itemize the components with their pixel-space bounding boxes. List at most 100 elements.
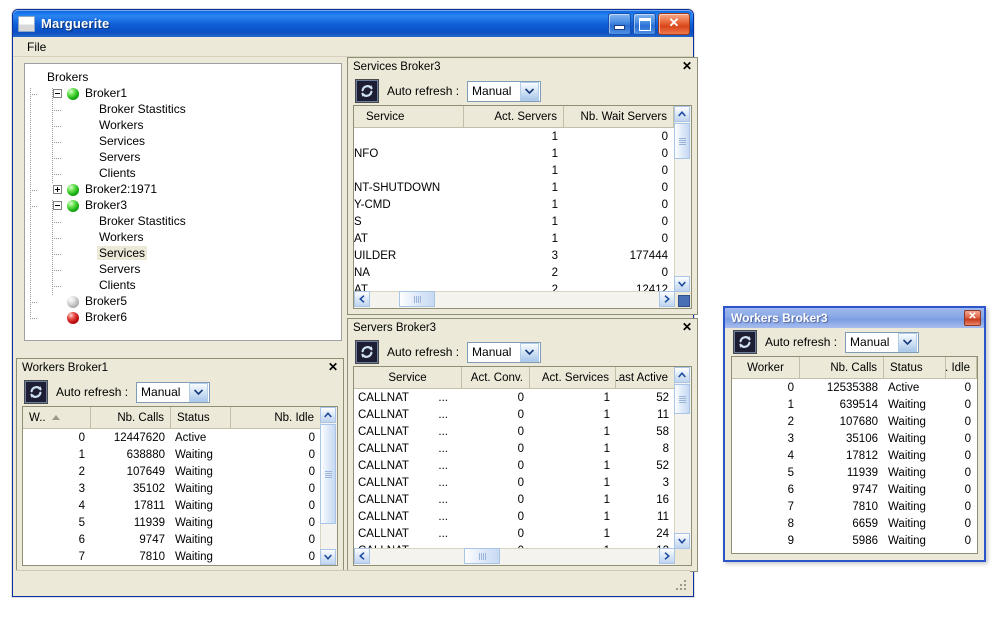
servers-panel-close-icon[interactable]: ✕ <box>680 321 694 335</box>
tree-toggle-minus-icon[interactable] <box>53 201 62 210</box>
tree-item-clients[interactable]: Clients <box>31 278 341 294</box>
tree-item-broker3[interactable]: Broker3 <box>31 198 341 214</box>
servers-hscroll-thumb[interactable] <box>464 548 500 564</box>
table-row[interactable]: CALLNAT... 0 1 58 <box>354 423 675 440</box>
workers-broker1-close-icon[interactable]: ✕ <box>326 361 340 375</box>
tree-item-workers[interactable]: Workers <box>31 118 341 134</box>
table-row[interactable]: CALLNAT... 0 1 11 <box>354 508 675 525</box>
tree-item-clients[interactable]: Clients <box>31 166 341 182</box>
tree-item-servers[interactable]: Servers <box>31 262 341 278</box>
chevron-down-icon[interactable] <box>189 382 209 402</box>
workers-broker3-close-icon[interactable]: ✕ <box>964 310 981 326</box>
table-row[interactable]: 0 12447620 Active 0 <box>23 429 321 446</box>
column-header-act-conv-[interactable]: Act. Conv. <box>462 367 530 388</box>
services-panel-close-icon[interactable]: ✕ <box>680 60 694 74</box>
column-header-nb-idle[interactable]: Nb. Idle <box>946 357 977 378</box>
table-row[interactable]: S 1 0 <box>354 213 675 230</box>
table-row[interactable]: CALLNAT... 0 1 52 <box>354 389 675 406</box>
table-row[interactable]: 6 9747 Waiting 0 <box>23 531 321 548</box>
refresh-icon[interactable] <box>733 330 757 354</box>
table-row[interactable]: 3 35102 Waiting 0 <box>23 480 321 497</box>
workers-broker1-vertical-scrollbar[interactable] <box>320 407 337 565</box>
column-header-act-servers[interactable]: Act. Servers <box>464 106 564 127</box>
scroll-right-icon[interactable] <box>659 291 675 307</box>
table-row[interactable]: CALLNAT... 0 1 3 <box>354 474 675 491</box>
servers-vertical-scrollbar[interactable] <box>674 367 691 549</box>
column-header-last-active[interactable]: Last Active <box>616 367 675 388</box>
broker-tree[interactable]: Brokers Broker1 Broker Stastitics Workers Se… <box>25 64 341 326</box>
tree-item-broker2-1971[interactable]: Broker2:1971 <box>31 182 341 198</box>
table-row[interactable]: NFO 1 0 <box>354 145 675 162</box>
table-row[interactable]: 1 638880 Waiting 0 <box>23 446 321 463</box>
table-row[interactable]: UILDER 3 177444 <box>354 247 675 264</box>
chevron-down-icon[interactable] <box>520 342 540 362</box>
chevron-down-icon[interactable] <box>520 81 540 101</box>
table-row[interactable]: 1 639514 Waiting 0 <box>732 396 977 413</box>
table-row[interactable]: 10 <box>354 128 675 145</box>
tree-item-broker1[interactable]: Broker1 <box>31 86 341 102</box>
table-row[interactable]: 8 6659 Waiting 0 <box>732 515 977 532</box>
column-header-nb-calls[interactable]: Nb. Calls <box>91 407 171 428</box>
column-header-act-services[interactable]: Act. Services <box>530 367 616 388</box>
services-vertical-scrollbar[interactable] <box>674 106 691 292</box>
table-row[interactable]: NA 2 0 <box>354 264 675 281</box>
tree-item-servers[interactable]: Servers <box>31 150 341 166</box>
tree-toggle-minus-icon[interactable] <box>53 89 62 98</box>
table-row[interactable]: CALLNAT... 0 1 52 <box>354 457 675 474</box>
table-row[interactable]: CALLNAT... 0 1 24 <box>354 525 675 542</box>
table-row[interactable]: 6 9747 Waiting 0 <box>732 481 977 498</box>
tree-item-services[interactable]: Services <box>31 134 341 150</box>
refresh-icon[interactable] <box>355 340 379 364</box>
table-row[interactable]: 4 17812 Waiting 0 <box>732 447 977 464</box>
resize-grip[interactable] <box>674 578 688 592</box>
table-row[interactable]: 7 7810 Waiting 0 <box>732 498 977 515</box>
column-header-nb-wait-servers[interactable]: Nb. Wait Servers <box>564 106 674 127</box>
column-header-worker[interactable]: Worker <box>732 357 800 378</box>
scroll-left-icon[interactable] <box>354 291 370 307</box>
table-row[interactable]: CALLNAT... 0 1 8 <box>354 440 675 457</box>
tree-item-services[interactable]: Services <box>31 246 341 262</box>
column-header-status[interactable]: Status <box>884 357 946 378</box>
scroll-up-icon[interactable] <box>674 106 690 122</box>
table-row[interactable]: CALLNAT... 0 1 11 <box>354 406 675 423</box>
refresh-icon[interactable] <box>355 79 379 103</box>
tree-item-broker6[interactable]: Broker6 <box>31 310 341 326</box>
workers-broker3-autorefresh-select[interactable]: Manual <box>845 331 920 353</box>
table-row[interactable]: 5 11939 Waiting 0 <box>732 464 977 481</box>
menu-item-file[interactable]: File <box>21 39 52 55</box>
servers-autorefresh-select[interactable]: Manual <box>467 341 542 363</box>
tree-item-workers[interactable]: Workers <box>31 230 341 246</box>
table-row[interactable]: 10 <box>354 162 675 179</box>
services-vscroll-thumb[interactable] <box>674 123 690 159</box>
table-row[interactable]: 0 12535388 Active 0 <box>732 379 977 396</box>
refresh-icon[interactable] <box>24 380 48 404</box>
maximize-button[interactable] <box>633 12 656 35</box>
column-header-nb-idle[interactable]: Nb. Idle <box>231 407 321 428</box>
scroll-down-icon[interactable] <box>674 533 690 549</box>
scroll-left-icon[interactable] <box>354 548 370 564</box>
table-row[interactable]: CALLNAT... 0 1 16 <box>354 491 675 508</box>
table-row[interactable]: 5 11939 Waiting 0 <box>23 514 321 531</box>
chevron-down-icon[interactable] <box>898 332 918 352</box>
tree-item-broker-stastitics[interactable]: Broker Stastitics <box>31 102 341 118</box>
table-row[interactable]: Y-CMD 1 0 <box>354 196 675 213</box>
table-row[interactable]: 7 7810 Waiting 0 <box>23 548 321 565</box>
servers-horizontal-scrollbar[interactable] <box>354 548 675 565</box>
services-horizontal-scrollbar[interactable] <box>354 291 675 308</box>
workers-broker1-autorefresh-select[interactable]: Manual <box>136 381 211 403</box>
column-header-service[interactable]: Service <box>354 106 464 127</box>
column-header-w-[interactable]: W.. <box>23 407 91 428</box>
workers-broker1-vscroll-thumb[interactable] <box>320 424 336 524</box>
scroll-down-icon[interactable] <box>320 549 336 565</box>
tree-item-brokers[interactable]: Brokers <box>31 70 341 86</box>
scroll-right-icon[interactable] <box>659 548 675 564</box>
table-row[interactable]: 2 107649 Waiting 0 <box>23 463 321 480</box>
services-hscroll-thumb[interactable] <box>399 291 435 307</box>
tree-item-broker5[interactable]: Broker5 <box>31 294 341 310</box>
table-row[interactable]: NT-SHUTDOWN 1 0 <box>354 179 675 196</box>
table-row[interactable]: 2 107680 Waiting 0 <box>732 413 977 430</box>
table-row[interactable]: 4 17811 Waiting 0 <box>23 497 321 514</box>
column-header-nb-calls[interactable]: Nb. Calls <box>800 357 884 378</box>
servers-vscroll-thumb[interactable] <box>674 384 690 414</box>
scroll-up-icon[interactable] <box>674 367 690 383</box>
